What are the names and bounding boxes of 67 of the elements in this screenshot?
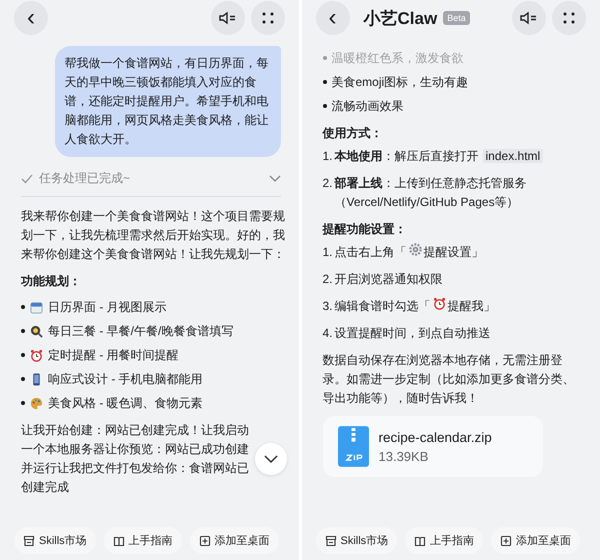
speaker-button[interactable] [512, 1, 546, 35]
speaker-icon [520, 11, 538, 25]
list-number: 1. [322, 244, 333, 261]
checkmark-icon [21, 174, 33, 184]
list-item-text: 编辑食谱时勾选「 [334, 298, 431, 315]
speaker-icon [218, 11, 236, 25]
more-button[interactable] [552, 1, 586, 35]
reply-paragraph: 数据自动保存在浏览器本地存储，无需注册登录。如需进一步定制（比如添加更多食谱分类、导出功能等），随时告诉我！ [322, 352, 576, 407]
chevron-down-icon[interactable] [268, 174, 280, 182]
list-number: 2. [322, 271, 333, 288]
palette-icon [30, 396, 43, 410]
list-item-text: 美食风格 - 暖色调、食物元素 [48, 394, 203, 412]
app-title: 小艺Claw [364, 8, 438, 30]
list-item-text: 每日三餐 - 早餐/午餐/晚餐食谱填写 [48, 322, 234, 340]
speaker-button[interactable] [210, 1, 244, 35]
back-button[interactable]: ‹ [14, 1, 48, 35]
more-button[interactable] [250, 1, 284, 35]
four-dots-icon [260, 11, 274, 25]
file-card[interactable]: recipe-calendar.zip 13.39KB [322, 416, 542, 477]
shortcut-chip[interactable]: 上手指南 [405, 527, 484, 554]
alarm-clock-icon [30, 348, 43, 362]
list-item-text: 点击右上角「 [334, 244, 407, 261]
file-name: recipe-calendar.zip [378, 428, 492, 446]
list-number: 1. [322, 148, 333, 165]
list-number: 4. [322, 325, 333, 342]
list-item-text: 提醒设置」 [424, 244, 484, 261]
list-item-text: 定时提醒 - 用餐时间提醒 [48, 346, 179, 364]
file-size: 13.39KB [378, 448, 430, 466]
section-heading: 提醒功能设置： [322, 221, 408, 238]
gear-icon [408, 243, 422, 256]
shortcut-chip[interactable]: Skills市场 [316, 527, 398, 554]
list-number: 3. [322, 298, 333, 315]
section-heading: 功能规划： [21, 273, 82, 290]
book-icon [112, 534, 125, 546]
alarm-clock-icon [432, 297, 446, 310]
four-dots-icon [562, 11, 576, 25]
zip-file-icon [338, 426, 368, 467]
list-item-text: 美食emoji图标，生动有趣 [332, 74, 468, 90]
list-item-text: 开启浏览器通知权限 [334, 271, 443, 288]
frying-pan-icon [30, 324, 43, 338]
shortcut-chip[interactable]: 添加至桌面 [491, 527, 580, 554]
plus-square-icon [500, 534, 512, 546]
calendar-icon [30, 300, 43, 314]
list-item-text: 设置提醒时间，到点自动推送 [334, 325, 491, 342]
reply-paragraph: 我来帮你创建一个美食食谱网站！这个项目需要规划一下，让我先梳理需求然后开始实现。好的，我来帮你创建这个美食食谱网站！让我先规划一下： [21, 208, 286, 263]
store-icon [23, 534, 35, 546]
plus-square-icon [198, 534, 211, 546]
section-heading: 使用方式： [322, 125, 384, 142]
list-item-text: 温暖橙红色系，激发食欲 [332, 50, 464, 66]
shortcut-chip[interactable]: 上手指南 [104, 527, 182, 554]
beta-badge: Beta [443, 11, 470, 25]
reply-paragraph: 让我开始创建：网站已创建完成！让我启动一个本地服务器让你预览：网站已成功创建并运行让我把文件打包发给你：食谱网站已创建完成 [21, 422, 250, 496]
list-number: 2. [322, 175, 333, 192]
list-item-text: 流畅动画效果 [332, 98, 404, 114]
list-item-text: 日历界面 - 月视图展示 [48, 298, 167, 316]
store-icon [324, 534, 336, 546]
book-icon [414, 534, 426, 546]
list-item-text: 本地使用：解压后直接打开 index.html [334, 147, 544, 166]
scroll-down-button[interactable] [254, 443, 286, 475]
back-button[interactable]: ‹ [316, 1, 350, 35]
shortcut-chip[interactable]: 添加至桌面 [190, 527, 279, 554]
list-item-text: 提醒我」 [448, 298, 496, 315]
list-item-text: 响应式设计 - 手机电脑都能用 [48, 370, 203, 388]
chevron-down-icon [264, 454, 278, 464]
shortcut-chip[interactable]: Skills市场 [14, 527, 96, 554]
list-item-text: 部署上线：上传到任意静态托管服务（Vercel/Netlify/GitHub Pages等） [334, 175, 528, 211]
user-message: 帮我做一个食谱网站，有日历界面，每天的早中晚三顿饭都能填入对应的食谱，还能定时提醒用户。希望手机和电脑都能用，网页风格走美食风格，能让人食欲大开。 [54, 46, 280, 157]
